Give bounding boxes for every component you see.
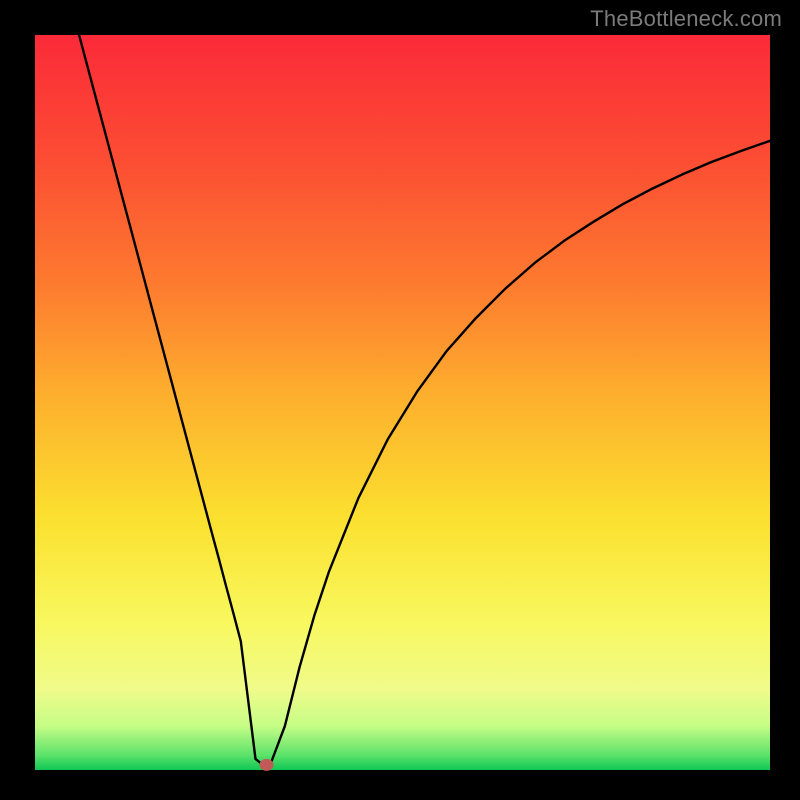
plot-area	[35, 35, 770, 770]
watermark-text: TheBottleneck.com	[590, 6, 782, 32]
curve-layer	[35, 35, 770, 770]
optimal-point-marker	[260, 759, 274, 771]
chart-frame: TheBottleneck.com	[0, 0, 800, 800]
bottleneck-curve-path	[79, 35, 770, 765]
